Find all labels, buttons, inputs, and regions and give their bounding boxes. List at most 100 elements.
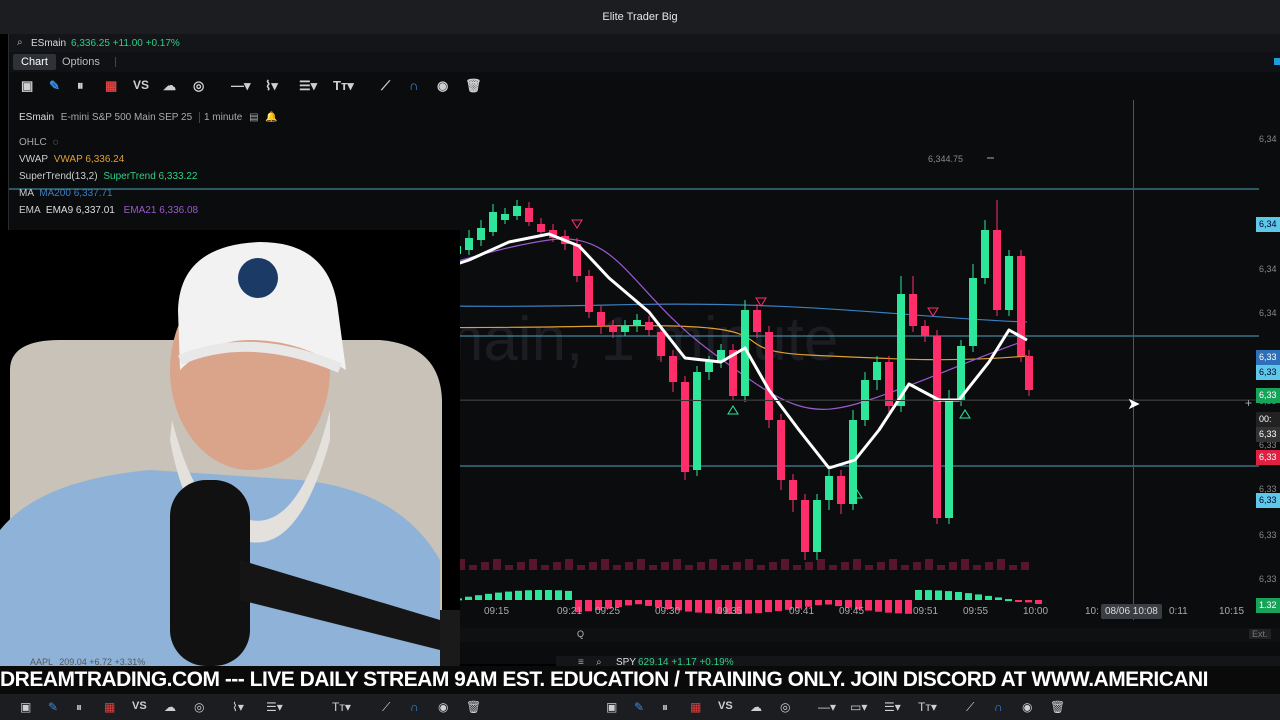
window-title: Elite Trader Big [602,11,678,23]
chart-header: ESmain E-mini S&P 500 Main SEP 25 1 minu… [19,112,278,123]
eye-off-icon[interactable]: ◌ [53,137,59,148]
trash-icon[interactable]: 🗑 [465,78,482,94]
tab-bar: Chart Options [9,52,1280,72]
settings-icon[interactable]: ▤ [249,112,258,123]
volume-bar [685,565,693,570]
ticker-text: DREAMTRADING.COM --- LIVE DAILY STREAM 9… [0,668,1209,691]
target-icon-3[interactable]: ◎ [780,700,790,714]
text-tool-icon-2[interactable]: Tт▾ [332,700,351,714]
brush-tool-icon[interactable]: ⌇▾ [265,78,278,94]
tab-chart[interactable]: Chart [13,54,56,70]
bars-icon-2[interactable]: ⏸ [76,700,82,715]
histogram-bar [825,600,832,605]
layers-icon-2[interactable]: ☰▾ [266,700,283,714]
chart-type-icon-2[interactable]: ▣ [20,700,31,714]
volume-bar [997,559,1005,570]
chart-symbol[interactable]: ESmain [19,112,54,123]
time-axis-label: 09:25 [595,606,621,617]
link-indicator[interactable] [1274,58,1280,65]
eye-icon-3[interactable]: ◉ [1022,700,1032,714]
brush-tool-icon-2[interactable]: ⌇▾ [232,700,244,714]
ruler-icon-3[interactable]: ⟋ [966,700,974,715]
symbol-name[interactable]: ESmain [31,38,66,49]
eye-icon[interactable]: ◉ [437,78,448,94]
ruler-icon[interactable]: ⟋ [381,78,390,94]
histogram-bar [915,590,922,600]
line-tool-icon-3[interactable]: —▾ [818,700,836,714]
pencil-icon[interactable]: ✎ [49,78,60,94]
volume-bar [673,559,681,570]
trash-icon-2[interactable]: 🗑 [466,700,481,714]
cloud-icon[interactable]: ☁ [163,78,176,94]
time-axis-label: 10:00 [1023,606,1049,617]
candle-body [933,336,941,518]
supertrend-legend[interactable]: SuperTrend(13,2) SuperTrend 6,333.22 [19,171,197,182]
add-level-icon[interactable]: + [1245,396,1252,410]
histogram-bar [985,595,992,600]
ema-legend[interactable]: EMA EMA9 6,337.01 EMA21 6,336.08 [19,205,198,216]
pencil-icon-2[interactable]: ✎ [48,700,58,714]
candle-body [873,362,881,380]
shape-tool-icon-3[interactable]: ▭▾ [850,700,867,714]
chart-toolbar: ▣ ✎ ⏸ ▦ VS ☁ ◎ —▾ ⌇▾ ☰▾ Tт▾ ⟋ ∩ ◉ 🗑 [9,74,1280,98]
target-icon-2[interactable]: ◎ [194,700,204,714]
candle-body [669,356,677,382]
candle-body [1005,256,1013,310]
symbol-bar[interactable]: ⌕ ESmain 6,336.25 +11.00 +0.17% [9,34,1280,53]
tab-options[interactable]: Options [54,54,108,70]
price-tag: 00: [1256,412,1280,427]
histogram-bar [975,594,982,600]
cloud-icon-3[interactable]: ☁ [750,700,762,714]
compare-icon-3[interactable]: VS [718,700,733,712]
chart-type-icon[interactable]: ▣ [21,78,33,94]
layers-icon[interactable]: ☰▾ [299,78,317,94]
volume-bar [565,559,573,570]
line-tool-icon[interactable]: —▾ [231,78,251,94]
target-icon[interactable]: ◎ [193,78,204,94]
lower-search-label[interactable]: Q [577,629,584,639]
cursor-time-label: 08/06 10:08 [1101,604,1162,619]
bars-icon-3[interactable]: ⏸ [662,700,668,715]
cloud-icon-2[interactable]: ☁ [164,700,176,714]
candle-body [813,500,821,552]
bars-icon[interactable]: ⏸ [77,78,84,94]
magnet-icon-2[interactable]: ∩ [410,700,419,714]
text-tool-icon[interactable]: Tт▾ [333,78,354,94]
text-tool-icon-3[interactable]: Tт▾ [918,700,937,714]
grid-icon-2[interactable]: ▦ [104,700,115,714]
histogram-bar [505,591,512,600]
symbol-price: 6,336.25 +11.00 +0.17% [71,38,180,49]
magnet-icon-3[interactable]: ∩ [994,700,1003,714]
extended-hours-button[interactable]: Ext. [1249,629,1271,639]
compare-icon[interactable]: VS [133,78,149,92]
layers-icon-3[interactable]: ☰▾ [884,700,901,714]
price-tag: 6,33 [1256,388,1280,403]
search-icon[interactable]: ⌕ [17,37,23,48]
candle-body [825,476,833,500]
pencil-icon-3[interactable]: ✎ [634,700,644,714]
candle-body [981,230,989,278]
candle-body [501,214,509,220]
chart-type-icon-3[interactable]: ▣ [606,700,617,714]
compare-icon-2[interactable]: VS [132,700,147,712]
bell-icon[interactable]: 🔔 [265,112,277,123]
ma-legend[interactable]: MA MA200 6,337.71 [19,188,113,199]
time-axis-label: 09:41 [789,606,815,617]
price-tag: 6,33 [1256,493,1280,508]
histogram-bar [995,597,1002,600]
volume-bar [877,562,885,570]
candle-body [633,320,641,326]
candle-body [837,476,845,504]
vwap-legend[interactable]: VWAP VWAP 6,336.24 [19,154,124,165]
grid-icon[interactable]: ▦ [105,78,117,94]
volume-bar [769,562,777,570]
trash-icon-3[interactable]: 🗑 [1050,700,1065,714]
window-titlebar: Elite Trader Big [0,0,1280,34]
chart-interval[interactable]: 1 minute [198,112,243,123]
eye-icon-2[interactable]: ◉ [438,700,448,714]
magnet-icon[interactable]: ∩ [409,78,418,93]
grid-icon-3[interactable]: ▦ [690,700,701,714]
histogram-bar [885,600,892,613]
ruler-icon-2[interactable]: ⟋ [382,700,390,715]
ohlc-legend[interactable]: OHLC ◌ [19,137,59,148]
